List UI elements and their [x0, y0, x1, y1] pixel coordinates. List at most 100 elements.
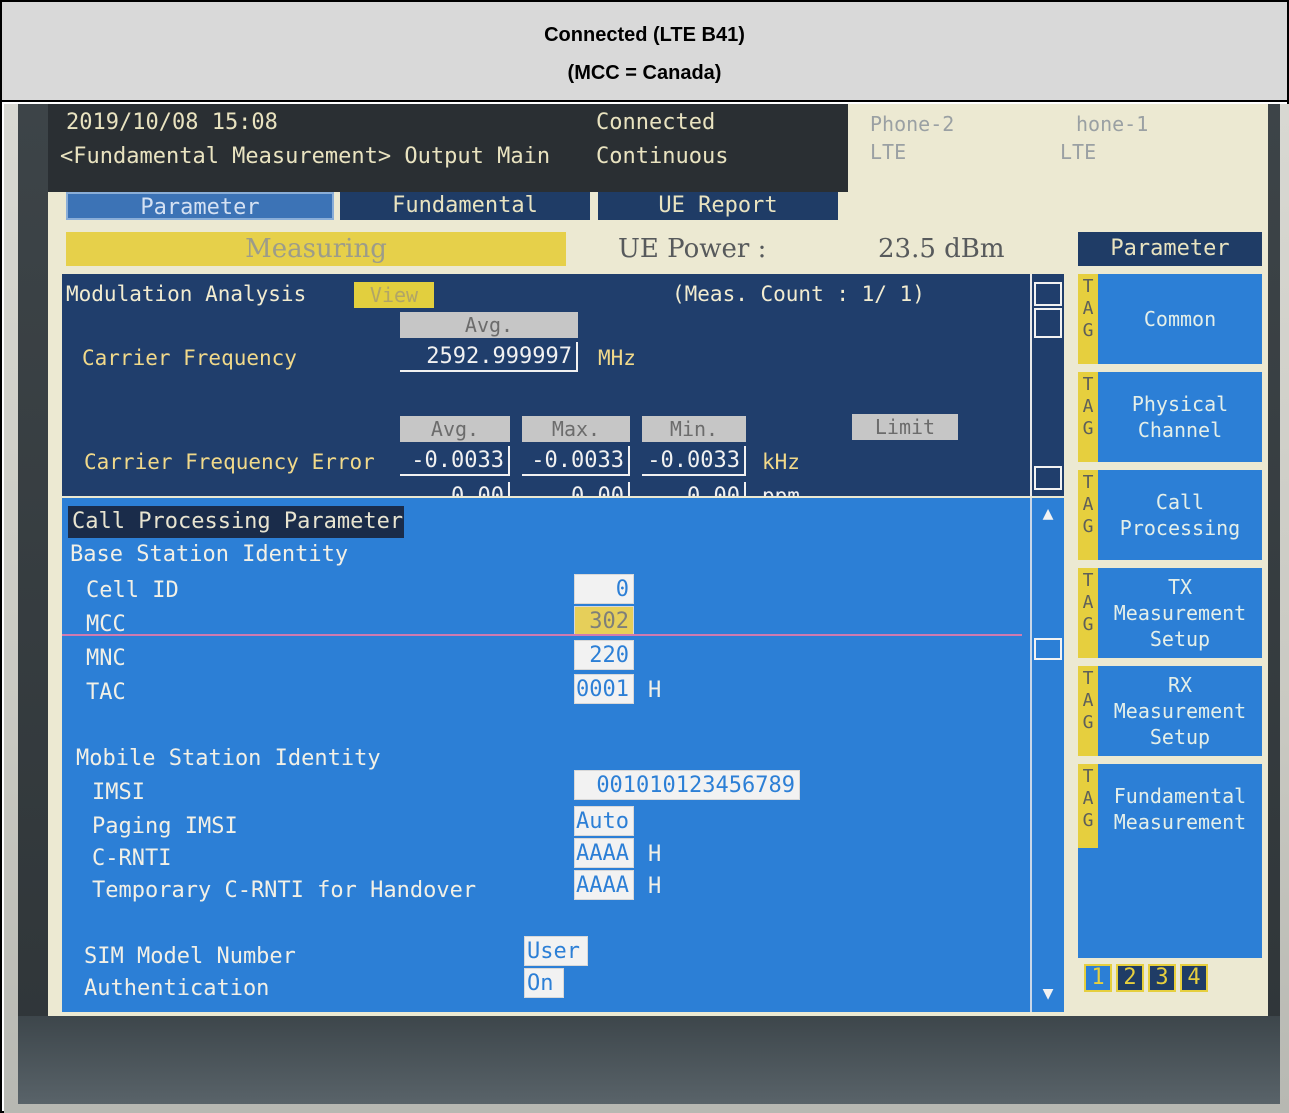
ppm-max-value: 0.00: [522, 482, 630, 496]
crnti-field[interactable]: AAAA: [574, 838, 634, 868]
carrier-freq-avg-header: Avg.: [400, 312, 578, 338]
limit-button[interactable]: Limit: [852, 414, 958, 440]
cursor-line: [62, 634, 1022, 636]
tag-marker: TAG: [1082, 668, 1094, 733]
sim-model-field[interactable]: User: [524, 936, 588, 966]
scroll-track-top: [1034, 308, 1062, 338]
instrument-screen: 2019/10/08 15:08 Connected <Fundamental …: [48, 104, 1268, 1016]
cell-id-field[interactable]: 0: [574, 574, 634, 604]
scroll-down-icon[interactable]: ▼: [1036, 984, 1060, 1004]
softkey-fundamental-measurement-label: Fundamental Measurement: [1113, 784, 1247, 834]
cfe-min-header: Min.: [642, 416, 746, 442]
mcc-field[interactable]: 302: [574, 606, 634, 636]
bezel-bottom: [18, 1016, 1280, 1104]
ppm-row-clip: 0.00 0.00 0.00 ppm: [400, 480, 800, 496]
bs-identity-heading: Base Station Identity: [70, 542, 349, 567]
cfe-unit: kHz: [762, 450, 800, 474]
call-processing-scrollbar[interactable]: ▲ ▼: [1030, 498, 1064, 1012]
softkey-common-label: Common: [1143, 307, 1217, 331]
softkey-physical-channel[interactable]: TAG Physical Channel: [1078, 372, 1262, 462]
scroll-up-icon[interactable]: ▲: [1036, 504, 1060, 524]
datetime: 2019/10/08 15:08: [66, 110, 278, 135]
carrier-freq-unit: MHz: [598, 346, 636, 370]
cfe-min-value: -0.0033: [642, 446, 746, 476]
softkey-rx-measurement-setup[interactable]: TAG RX Measurement Setup: [1078, 666, 1262, 756]
temp-crnti-label: Temporary C-RNTI for Handover: [92, 878, 477, 903]
tab-parameter[interactable]: Parameter: [66, 192, 334, 220]
cell-id-label: Cell ID: [86, 578, 179, 603]
measuring-indicator: Measuring: [66, 232, 566, 266]
tag-marker: TAG: [1082, 374, 1094, 439]
figure-caption: Connected (LTE B41) (MCC = Canada): [2, 2, 1287, 102]
screen-title: <Fundamental Measurement> Output Main: [60, 144, 551, 169]
figure-frame: Connected (LTE B41) (MCC = Canada) 2019/…: [0, 0, 1289, 1113]
crnti-unit: H: [648, 842, 662, 867]
tag-marker: TAG: [1082, 276, 1094, 341]
softkey-call-processing-label: Call Processing: [1119, 490, 1241, 540]
tac-unit: H: [648, 678, 662, 703]
temp-crnti-field[interactable]: AAAA: [574, 870, 634, 900]
softkey-empty[interactable]: [1078, 848, 1262, 958]
ppm-min-value: 0.00: [642, 482, 746, 496]
view-button[interactable]: View: [354, 282, 434, 308]
cfe-max-value: -0.0033: [522, 446, 630, 476]
ue-power-value: 23.5 dBm: [878, 234, 1005, 264]
cfe-avg-header: Avg.: [400, 416, 510, 442]
measurement-mode: Continuous: [596, 144, 729, 169]
softkey-common[interactable]: TAG Common: [1078, 274, 1262, 364]
meas-count: (Meas. Count : 1/ 1): [672, 282, 925, 306]
tac-label: TAC: [86, 680, 126, 705]
temp-crnti-unit: H: [648, 874, 662, 899]
tab-ue-report[interactable]: UE Report: [598, 192, 838, 220]
crnti-label: C-RNTI: [92, 846, 172, 871]
modulation-analysis-panel: Modulation Analysis View (Meas. Count : …: [62, 274, 1064, 496]
page-1-button[interactable]: 1: [1084, 964, 1112, 992]
phone1-system: LTE: [1060, 140, 1097, 164]
authentication-label: Authentication: [84, 976, 270, 1001]
scroll-thumb-top[interactable]: [1034, 282, 1062, 306]
page-3-button[interactable]: 3: [1148, 964, 1176, 992]
side-panel-header: Parameter: [1078, 232, 1262, 266]
carrier-freq-value: 2592.999997: [400, 342, 578, 372]
modulation-scrollbar[interactable]: [1030, 274, 1064, 496]
softkey-fundamental-measurement[interactable]: TAG Fundamental Measurement: [1078, 764, 1262, 854]
cfe-label: Carrier Frequency Error: [84, 450, 375, 474]
softkey-physical-channel-label: Physical Channel: [1131, 392, 1229, 442]
instrument-photo: 2019/10/08 15:08 Connected <Fundamental …: [4, 104, 1289, 1113]
tag-marker: TAG: [1082, 766, 1094, 831]
tab-fundamental[interactable]: Fundamental: [340, 192, 590, 220]
paging-imsi-field[interactable]: Auto: [574, 806, 634, 836]
page-2-button[interactable]: 2: [1116, 964, 1144, 992]
tag-marker: TAG: [1082, 570, 1094, 635]
scroll-thumb[interactable]: [1034, 638, 1062, 660]
cfe-max-header: Max.: [522, 416, 630, 442]
imsi-field[interactable]: 001010123456789: [574, 770, 800, 800]
scroll-bottom-box[interactable]: [1034, 466, 1062, 490]
mnc-field[interactable]: 220: [574, 640, 634, 670]
carrier-freq-label: Carrier Frequency: [82, 346, 297, 370]
connection-status: Connected: [596, 110, 716, 135]
ue-power-label: UE Power :: [618, 234, 767, 264]
authentication-field[interactable]: On: [524, 968, 564, 998]
cfe-avg-value: -0.0033: [400, 446, 510, 476]
softkey-tx-measurement-setup[interactable]: TAG TX Measurement Setup: [1078, 568, 1262, 658]
tac-field[interactable]: 0001: [574, 674, 634, 704]
phone2-label: Phone-2: [870, 112, 955, 136]
ppm-avg-value: 0.00: [400, 482, 510, 496]
ms-identity-heading: Mobile Station Identity: [76, 746, 381, 771]
caption-connection: Connected (LTE B41): [544, 24, 745, 46]
ppm-unit: ppm: [762, 484, 800, 496]
page-4-button[interactable]: 4: [1180, 964, 1208, 992]
tag-marker: TAG: [1082, 472, 1094, 537]
softkey-call-processing[interactable]: TAG Call Processing: [1078, 470, 1262, 560]
caption-mcc: (MCC = Canada): [567, 62, 722, 84]
softkey-rx-measurement-setup-label: RX Measurement Setup: [1113, 673, 1247, 749]
softkey-page-selector: 1 2 3 4: [1084, 964, 1258, 994]
call-processing-title: Call Processing Parameter: [68, 506, 404, 538]
modulation-title: Modulation Analysis: [66, 282, 307, 306]
mnc-label: MNC: [86, 646, 126, 671]
call-processing-panel: Call Processing Parameter Base Station I…: [62, 498, 1064, 1012]
imsi-label: IMSI: [92, 780, 145, 805]
phone1-label: hone-1: [1076, 112, 1149, 136]
sim-model-label: SIM Model Number: [84, 944, 296, 969]
